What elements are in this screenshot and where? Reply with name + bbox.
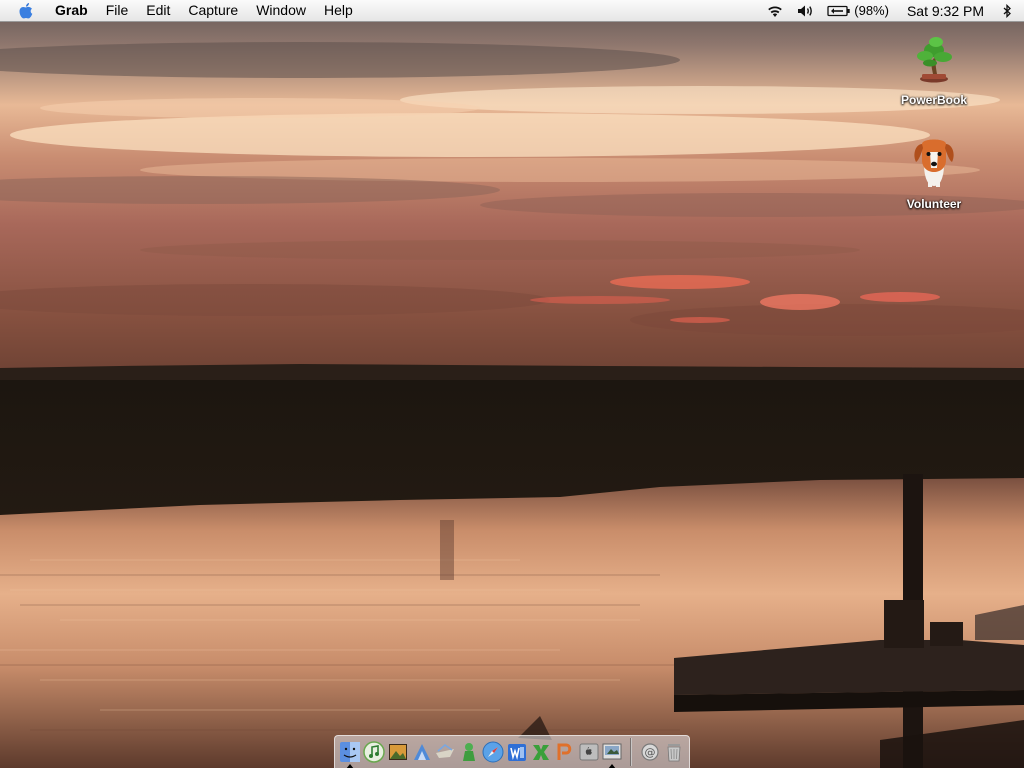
dock-item-finder[interactable] xyxy=(338,739,362,768)
grab-icon xyxy=(602,743,622,760)
desktop-icon-label: Volunteer xyxy=(906,197,962,211)
dock-item-mail[interactable] xyxy=(433,739,457,765)
documents-stack-icon: @ xyxy=(641,743,659,761)
xcode-icon xyxy=(413,744,430,760)
ichat-icon xyxy=(463,743,476,761)
powerpoint-icon xyxy=(557,743,571,760)
dock-item-safari[interactable] xyxy=(481,739,505,765)
mail-icon xyxy=(436,744,455,758)
svg-text:@: @ xyxy=(645,746,656,759)
menu-bar: Grab File Edit Capture Window Help (98%)… xyxy=(0,0,1024,22)
desktop-icon-volunteer[interactable]: Volunteer xyxy=(884,134,984,213)
dock-item-system-preferences[interactable] xyxy=(577,739,601,765)
menu-help[interactable]: Help xyxy=(315,0,362,21)
volume-icon[interactable] xyxy=(791,0,821,21)
desktop-icon-powerbook[interactable]: PowerBook xyxy=(884,30,984,109)
trash-icon xyxy=(667,744,681,762)
dock-item-excel[interactable] xyxy=(529,739,553,765)
clock-text: Sat 9:32 PM xyxy=(906,2,984,19)
dock-item-trash[interactable] xyxy=(662,739,686,765)
excel-icon xyxy=(532,745,549,760)
dock-item-powerpoint[interactable] xyxy=(553,739,577,765)
itunes-icon xyxy=(363,741,385,763)
menu-app-grab[interactable]: Grab xyxy=(46,0,97,21)
dog-icon xyxy=(914,139,954,187)
wifi-icon[interactable] xyxy=(759,0,791,21)
menu-capture[interactable]: Capture xyxy=(179,0,247,21)
finder-icon xyxy=(339,742,360,762)
system-preferences-icon xyxy=(579,743,599,761)
dock-item-xcode[interactable] xyxy=(410,739,434,765)
battery-status[interactable]: (98%) xyxy=(821,0,895,21)
dock-item-word[interactable] xyxy=(505,739,529,765)
battery-icon xyxy=(827,5,850,16)
dock-item-grab[interactable] xyxy=(600,739,624,768)
dock-item-preview[interactable] xyxy=(386,739,410,765)
bluetooth-icon[interactable] xyxy=(996,0,1024,21)
dock-item-ichat[interactable] xyxy=(457,739,481,765)
bonsai-tree-icon xyxy=(917,37,952,83)
running-indicator xyxy=(608,764,617,768)
preview-icon xyxy=(388,744,407,760)
menu-window[interactable]: Window xyxy=(247,0,315,21)
word-icon xyxy=(507,744,526,761)
menu-file[interactable]: File xyxy=(97,0,138,21)
running-indicator xyxy=(345,764,354,768)
desktop-wallpaper xyxy=(0,0,1024,768)
battery-percent: (98%) xyxy=(854,3,889,18)
desktop-icon-label: PowerBook xyxy=(900,93,967,107)
dock-item-itunes[interactable] xyxy=(362,739,386,765)
dock-item-documents[interactable]: @ xyxy=(638,739,662,765)
menu-edit[interactable]: Edit xyxy=(137,0,179,21)
dock-separator xyxy=(630,738,633,766)
safari-icon xyxy=(482,741,504,763)
apple-menu-icon[interactable] xyxy=(6,0,46,21)
dock: @ xyxy=(334,735,690,768)
clock[interactable]: Sat 9:32 PM xyxy=(895,0,996,21)
desktop-screen: Grab File Edit Capture Window Help (98%)… xyxy=(0,0,1024,768)
